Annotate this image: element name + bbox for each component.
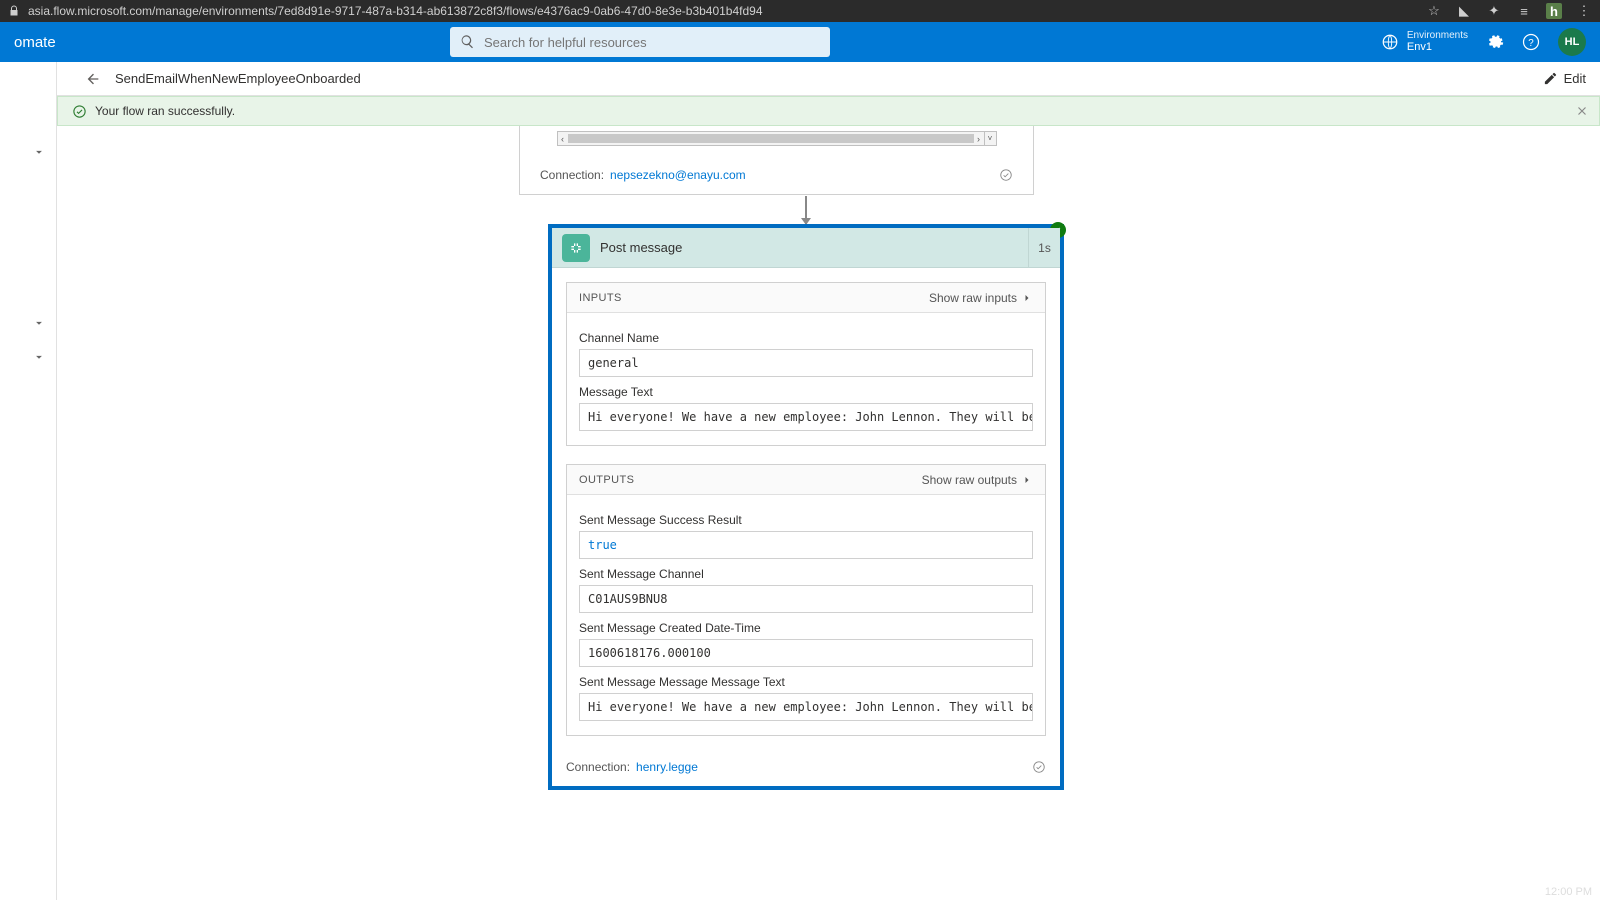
- svg-text:?: ?: [1528, 38, 1534, 49]
- environment-icon: [1381, 33, 1399, 51]
- close-icon[interactable]: [1575, 104, 1589, 118]
- flow-title-bar: SendEmailWhenNewEmployeeOnboarded Edit: [0, 62, 1600, 96]
- chevron-right-icon: [1021, 474, 1033, 486]
- search-icon: [460, 34, 475, 49]
- check-circle-icon: [999, 168, 1013, 182]
- check-circle-icon: [1032, 760, 1046, 774]
- app-brand: omate: [14, 34, 56, 51]
- back-icon[interactable]: [85, 71, 101, 87]
- field-label: Sent Message Success Result: [579, 513, 1033, 527]
- browser-address-bar: asia.flow.microsoft.com/manage/environme…: [0, 0, 1600, 22]
- success-banner: Your flow ran successfully.: [57, 96, 1600, 126]
- edit-button[interactable]: Edit: [1543, 71, 1586, 86]
- previous-action-card[interactable]: ‹›˅ Connection: nepsezekno@enayu.com: [519, 126, 1034, 195]
- star-icon[interactable]: ☆: [1426, 3, 1442, 19]
- flow-name: SendEmailWhenNewEmployeeOnboarded: [115, 71, 361, 86]
- connection-label: Connection:: [566, 760, 630, 774]
- gear-icon[interactable]: [1486, 33, 1504, 51]
- profile-badge[interactable]: h: [1546, 3, 1562, 19]
- field-value: true: [579, 531, 1033, 559]
- inputs-section: INPUTS Show raw inputs Channel Name gene…: [566, 282, 1046, 446]
- reader-icon[interactable]: ≡: [1516, 3, 1532, 19]
- environment-picker[interactable]: EnvironmentsEnv1: [1381, 30, 1468, 53]
- lock-icon: [8, 5, 20, 17]
- slack-icon: [562, 234, 590, 262]
- chevron-down-icon[interactable]: [32, 316, 46, 330]
- field-label: Sent Message Channel: [579, 567, 1033, 581]
- field-label: Channel Name: [579, 331, 1033, 345]
- outputs-heading: OUTPUTS: [579, 474, 634, 486]
- field-value: 1600618176.000100: [579, 639, 1033, 667]
- connection-link[interactable]: henry.legge: [636, 760, 698, 774]
- connection-label: Connection:: [540, 168, 604, 182]
- show-raw-inputs[interactable]: Show raw inputs: [929, 291, 1033, 305]
- horizontal-scrollbar[interactable]: ‹›˅: [557, 131, 997, 146]
- search-container: [450, 27, 830, 57]
- avatar[interactable]: HL: [1558, 28, 1586, 56]
- chevron-down-icon[interactable]: [32, 145, 46, 159]
- tag-icon[interactable]: ◣: [1456, 3, 1472, 19]
- card-duration: 1s: [1028, 228, 1060, 267]
- left-nav-rail: [0, 62, 57, 900]
- check-circle-icon: [72, 104, 87, 119]
- field-value: Hi everyone! We have a new employee: Joh…: [579, 403, 1033, 431]
- env-label: Environments: [1407, 30, 1468, 41]
- search-input[interactable]: [450, 27, 830, 57]
- outputs-section: OUTPUTS Show raw outputs Sent Message Su…: [566, 464, 1046, 736]
- flow-canvas: ‹›˅ Connection: nepsezekno@enayu.com Pos…: [57, 126, 1600, 900]
- field-value: general: [579, 349, 1033, 377]
- field-label: Message Text: [579, 385, 1033, 399]
- show-raw-outputs[interactable]: Show raw outputs: [922, 473, 1033, 487]
- field-label: Sent Message Created Date-Time: [579, 621, 1033, 635]
- field-value: Hi everyone! We have a new employee: Joh…: [579, 693, 1033, 721]
- url-text: asia.flow.microsoft.com/manage/environme…: [28, 4, 1418, 18]
- chevron-down-icon[interactable]: [32, 350, 46, 364]
- browser-extension-icons: ☆ ◣ ✦ ≡ h ⋮: [1426, 3, 1592, 19]
- inputs-heading: INPUTS: [579, 292, 622, 304]
- post-message-card: Post message 1s INPUTS Show raw inputs C…: [548, 224, 1064, 790]
- pencil-icon: [1543, 71, 1558, 86]
- app-header: omate EnvironmentsEnv1 ? HL: [0, 22, 1600, 62]
- field-label: Sent Message Message Message Text: [579, 675, 1033, 689]
- kebab-icon[interactable]: ⋮: [1576, 3, 1592, 19]
- connection-link[interactable]: nepsezekno@enayu.com: [610, 168, 746, 182]
- card-title: Post message: [600, 240, 682, 255]
- taskbar-clock: 12:00 PM: [1545, 886, 1592, 898]
- edit-label: Edit: [1564, 71, 1586, 86]
- env-name: Env1: [1407, 41, 1468, 53]
- help-icon[interactable]: ?: [1522, 33, 1540, 51]
- card-header[interactable]: Post message 1s: [552, 228, 1060, 268]
- field-value: C01AUS9BNU8: [579, 585, 1033, 613]
- puzzle-icon[interactable]: ✦: [1486, 3, 1502, 19]
- chevron-right-icon: [1021, 292, 1033, 304]
- banner-text: Your flow ran successfully.: [95, 104, 235, 118]
- flow-arrow: [805, 196, 807, 224]
